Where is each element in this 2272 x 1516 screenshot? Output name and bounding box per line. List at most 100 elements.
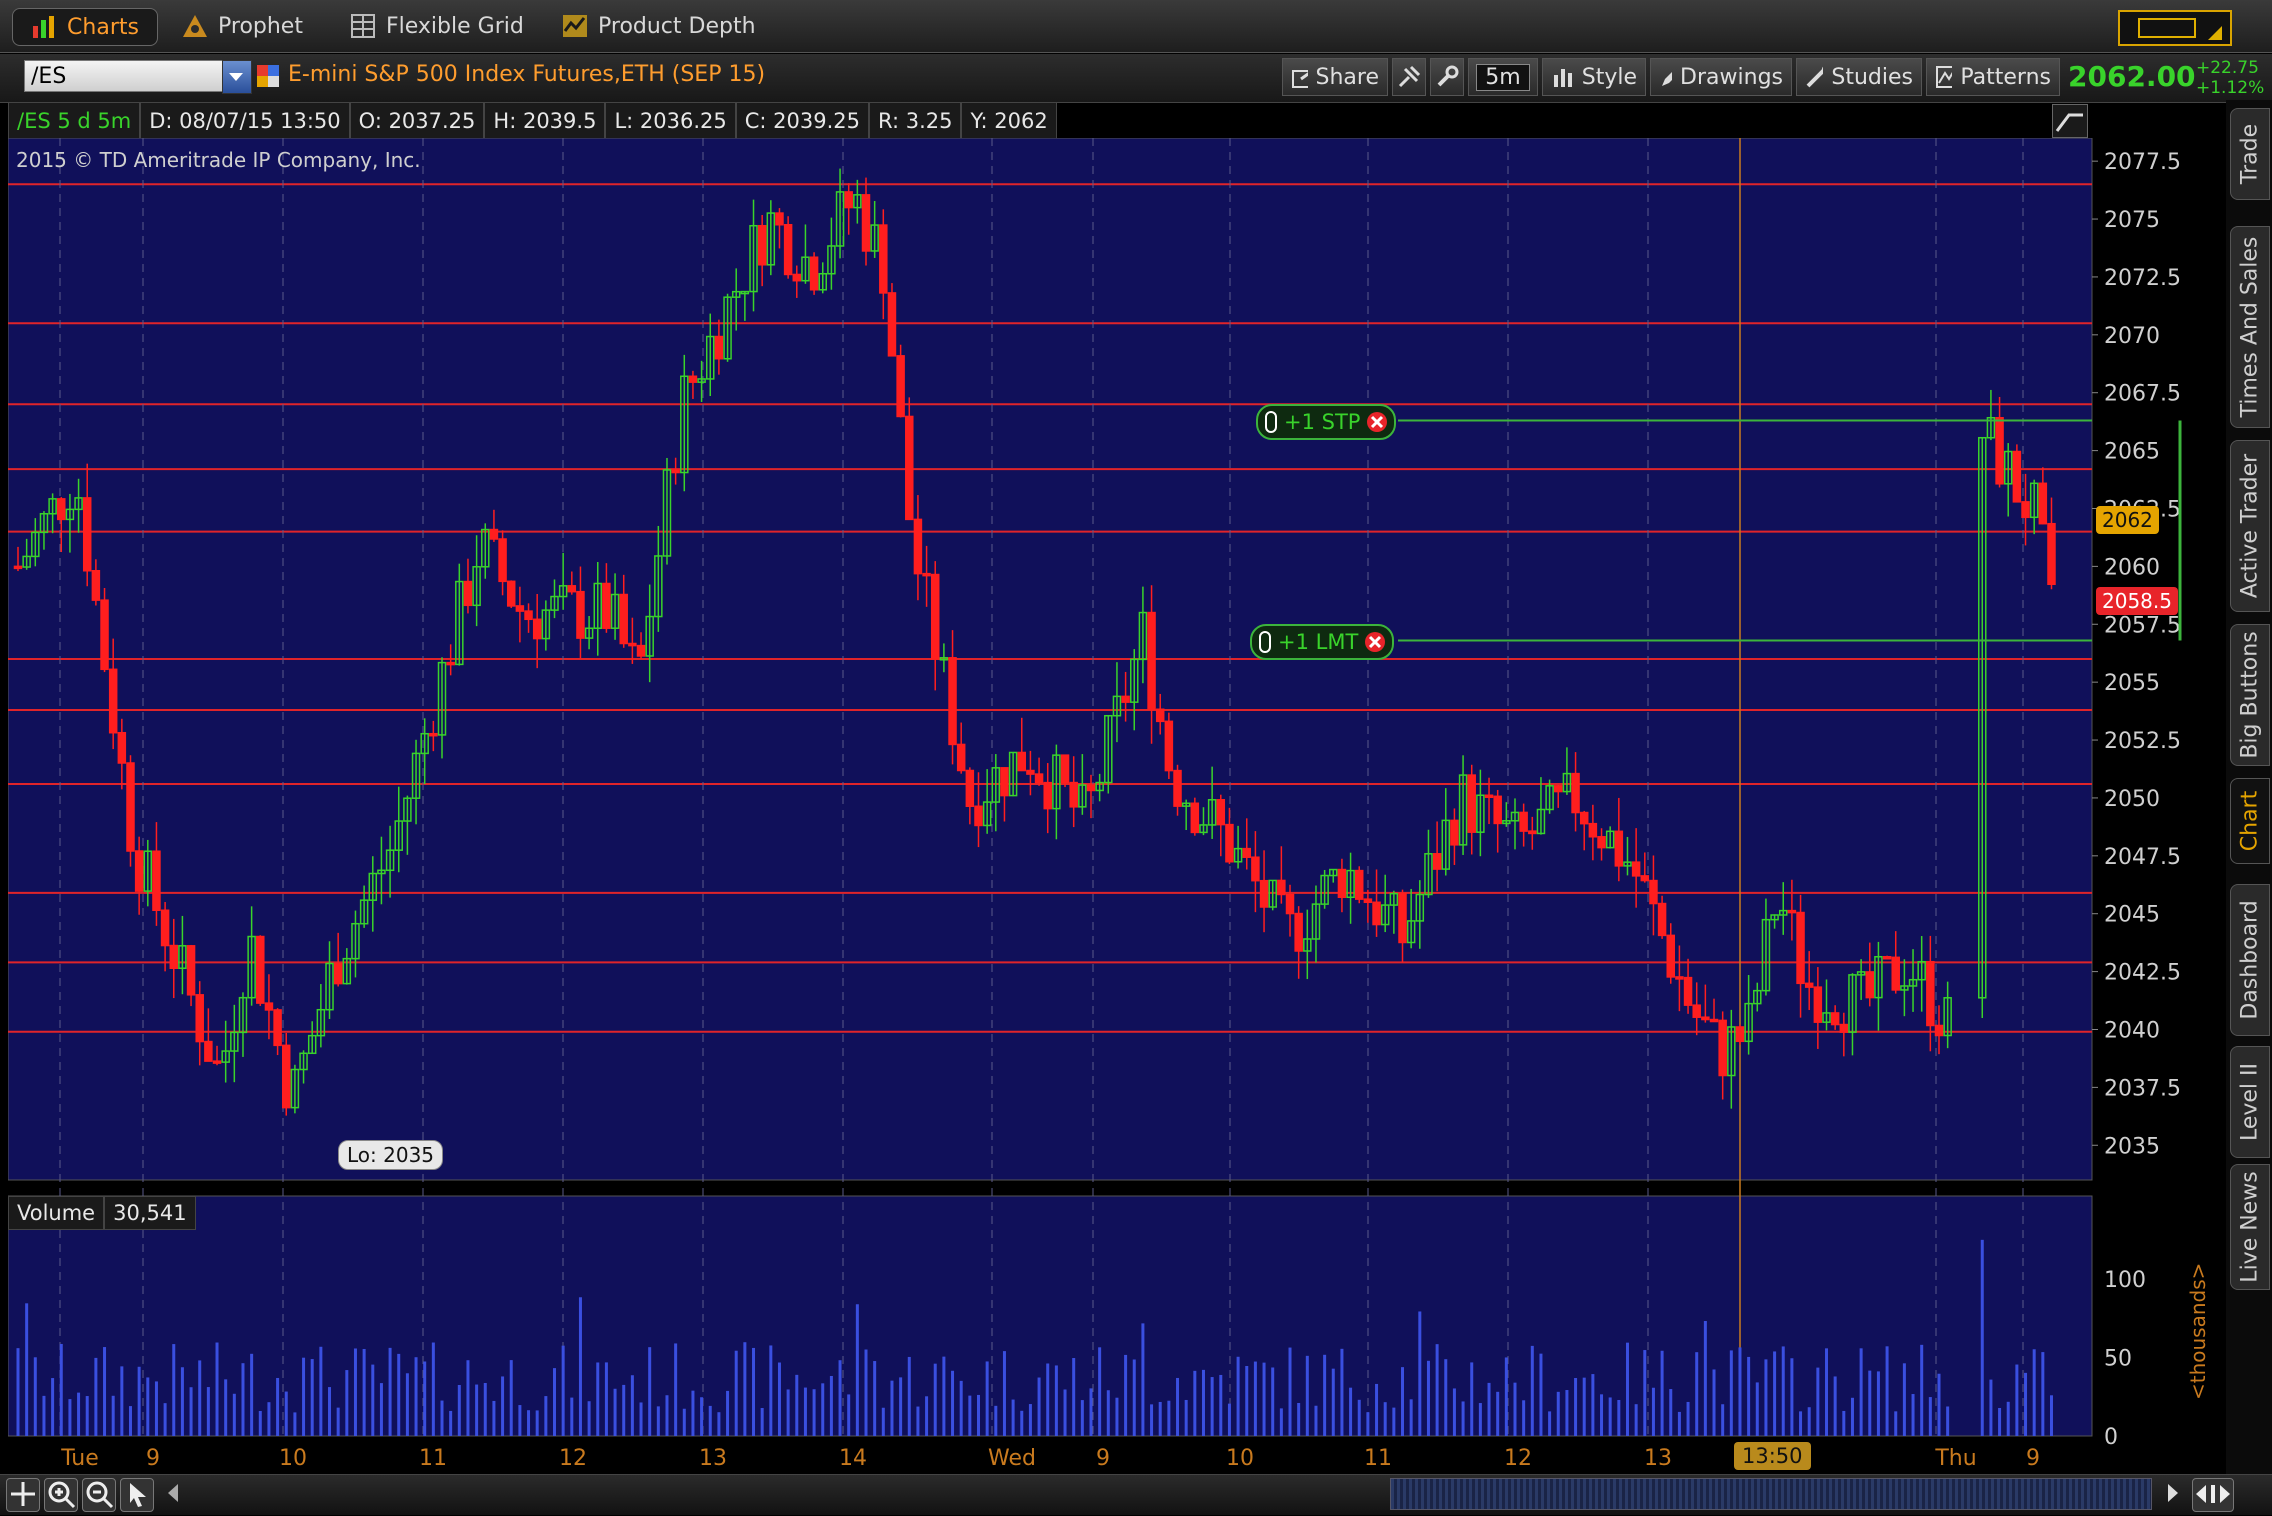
price-tick-label: 2050 xyxy=(2104,787,2160,812)
volume-tick-label: 50 xyxy=(2104,1347,2132,1372)
price-tick-label: 2060 xyxy=(2104,555,2160,580)
volume-bar xyxy=(1323,1354,1327,1436)
candle-body xyxy=(1588,822,1598,838)
volume-bar xyxy=(942,1356,946,1436)
volume-bar xyxy=(1894,1411,1898,1436)
chart-settings-button[interactable] xyxy=(1430,58,1464,96)
scroll-left-button[interactable] xyxy=(162,1478,186,1510)
volume-bar xyxy=(345,1370,349,1436)
satellite-button[interactable] xyxy=(1392,58,1426,96)
candle-body xyxy=(1294,912,1303,952)
volume-bar xyxy=(1167,1400,1171,1436)
volume-bar xyxy=(899,1377,903,1436)
volume-bar xyxy=(94,1357,98,1436)
volume-bar xyxy=(777,1362,781,1436)
volume-bar xyxy=(319,1346,323,1436)
side-tab-times-and-sales[interactable]: Times And Sales xyxy=(2230,226,2270,428)
info-period[interactable]: /ES 5 d 5m xyxy=(8,102,141,140)
window-layout-button[interactable] xyxy=(2118,10,2232,46)
candle-body xyxy=(671,469,680,474)
volume-bar xyxy=(587,1401,591,1436)
candle-body xyxy=(1432,853,1442,870)
limit-order-pill[interactable]: +1 LMT xyxy=(1250,624,1395,661)
volume-bar xyxy=(250,1353,254,1436)
style-button[interactable]: Style xyxy=(1542,58,1646,96)
volume-bar xyxy=(1625,1342,1629,1436)
volume-bar xyxy=(1781,1346,1785,1436)
volume-bar xyxy=(734,1350,738,1436)
volume-bar xyxy=(1487,1382,1491,1436)
volume-bar xyxy=(1764,1359,1768,1436)
candle-body xyxy=(1259,879,1269,908)
volume-bar xyxy=(1591,1374,1595,1436)
volume-bar xyxy=(1314,1405,1318,1436)
chart-mode-button[interactable] xyxy=(2052,104,2088,138)
share-button[interactable]: Share xyxy=(1282,58,1388,96)
volume-bar xyxy=(163,1403,167,1436)
side-tab-big-buttons[interactable]: Big Buttons xyxy=(2230,624,2270,766)
stop-order-pill[interactable]: +1 STP xyxy=(1256,404,1397,441)
side-tab-active-trader[interactable]: Active Trader xyxy=(2230,440,2270,612)
volume-bar xyxy=(1712,1369,1716,1436)
side-tab-level-ii[interactable]: Level II xyxy=(2230,1046,2270,1158)
volume-bar xyxy=(1219,1374,1223,1436)
symbol-input[interactable]: /ES xyxy=(24,60,250,92)
zoom-out-button[interactable] xyxy=(82,1478,116,1512)
volume-bar xyxy=(570,1397,574,1436)
candle-body xyxy=(2038,482,2048,525)
volume-bar xyxy=(388,1347,392,1436)
volume-bar xyxy=(1184,1399,1188,1436)
cancel-order-icon[interactable] xyxy=(1366,411,1388,433)
pan-button[interactable] xyxy=(6,1478,40,1512)
volume-bar xyxy=(639,1402,643,1436)
zoom-in-button[interactable] xyxy=(44,1478,78,1512)
link-color-icon[interactable] xyxy=(256,64,280,88)
drawings-button[interactable]: Drawings xyxy=(1650,58,1792,96)
candle-body xyxy=(446,661,455,666)
volume-bar xyxy=(656,1406,660,1436)
tab-flexible-grid[interactable]: Flexible Grid xyxy=(350,8,524,44)
candle-body xyxy=(1614,830,1624,867)
patterns-button[interactable]: Patterns xyxy=(1926,58,2060,96)
candle-body xyxy=(1190,802,1200,834)
candle-body xyxy=(1813,986,1823,1023)
tab-product-depth[interactable]: Product Depth xyxy=(562,8,756,44)
candle-body xyxy=(506,580,516,607)
candle-body xyxy=(1839,1023,1849,1033)
depth-icon xyxy=(563,15,587,37)
volume-bar xyxy=(1496,1391,1500,1436)
candle-body xyxy=(1804,982,1814,988)
volume-bar xyxy=(440,1400,444,1436)
volume-bar xyxy=(1106,1390,1110,1436)
volume-bar xyxy=(1279,1408,1283,1436)
side-tab-trade[interactable]: Trade xyxy=(2230,108,2270,200)
timeframe-button[interactable]: 5m xyxy=(1468,58,1538,96)
candle-body xyxy=(809,256,819,291)
volume-bar xyxy=(613,1388,617,1436)
cancel-order-icon[interactable] xyxy=(1364,631,1386,653)
studies-button[interactable]: Studies xyxy=(1796,58,1922,96)
tab-charts[interactable]: Charts xyxy=(12,8,158,46)
pointer-button[interactable] xyxy=(120,1478,154,1512)
expand-time-axis-button[interactable] xyxy=(2192,1478,2234,1512)
volume-bar xyxy=(527,1410,531,1436)
symbol-dropdown-button[interactable] xyxy=(222,60,252,94)
candle-body xyxy=(212,1060,222,1064)
candle-body xyxy=(602,582,611,629)
chevron-left-icon xyxy=(168,1484,178,1502)
tab-prophet[interactable]: Prophet xyxy=(182,8,303,44)
side-tab-live-news[interactable]: Live News xyxy=(2230,1164,2270,1290)
candle-body xyxy=(489,528,499,540)
side-tab-dashboard[interactable]: Dashboard xyxy=(2230,884,2270,1036)
price-chart[interactable]: 2077.520752072.520702067.520652062.52060… xyxy=(8,138,2226,1474)
volume-tick-label: 0 xyxy=(2104,1425,2118,1450)
time-axis-label: 14 xyxy=(839,1446,867,1471)
studies-icon xyxy=(1806,66,1824,88)
scroll-right-button[interactable] xyxy=(2160,1478,2184,1510)
volume-bar xyxy=(1158,1401,1162,1436)
candle-body xyxy=(264,1002,274,1011)
time-scrollbar[interactable] xyxy=(1390,1478,2152,1510)
side-tab-chart[interactable]: Chart xyxy=(2230,778,2270,864)
volume-bar xyxy=(103,1347,107,1436)
volume-bar xyxy=(1046,1363,1050,1436)
